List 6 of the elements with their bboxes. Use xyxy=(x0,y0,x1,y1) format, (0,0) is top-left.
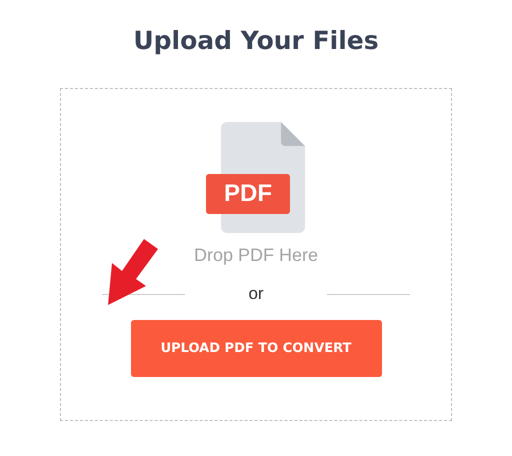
page-title: Upload Your Files xyxy=(133,26,379,57)
arrow-icon xyxy=(106,239,158,305)
separator-text: or xyxy=(247,284,265,304)
file-type-label: PDF xyxy=(206,174,290,214)
drop-zone[interactable]: PDF Drop PDF Here or UPLOAD PDF TO CONVERT xyxy=(60,88,452,421)
drop-hint: Drop PDF Here xyxy=(194,245,318,266)
